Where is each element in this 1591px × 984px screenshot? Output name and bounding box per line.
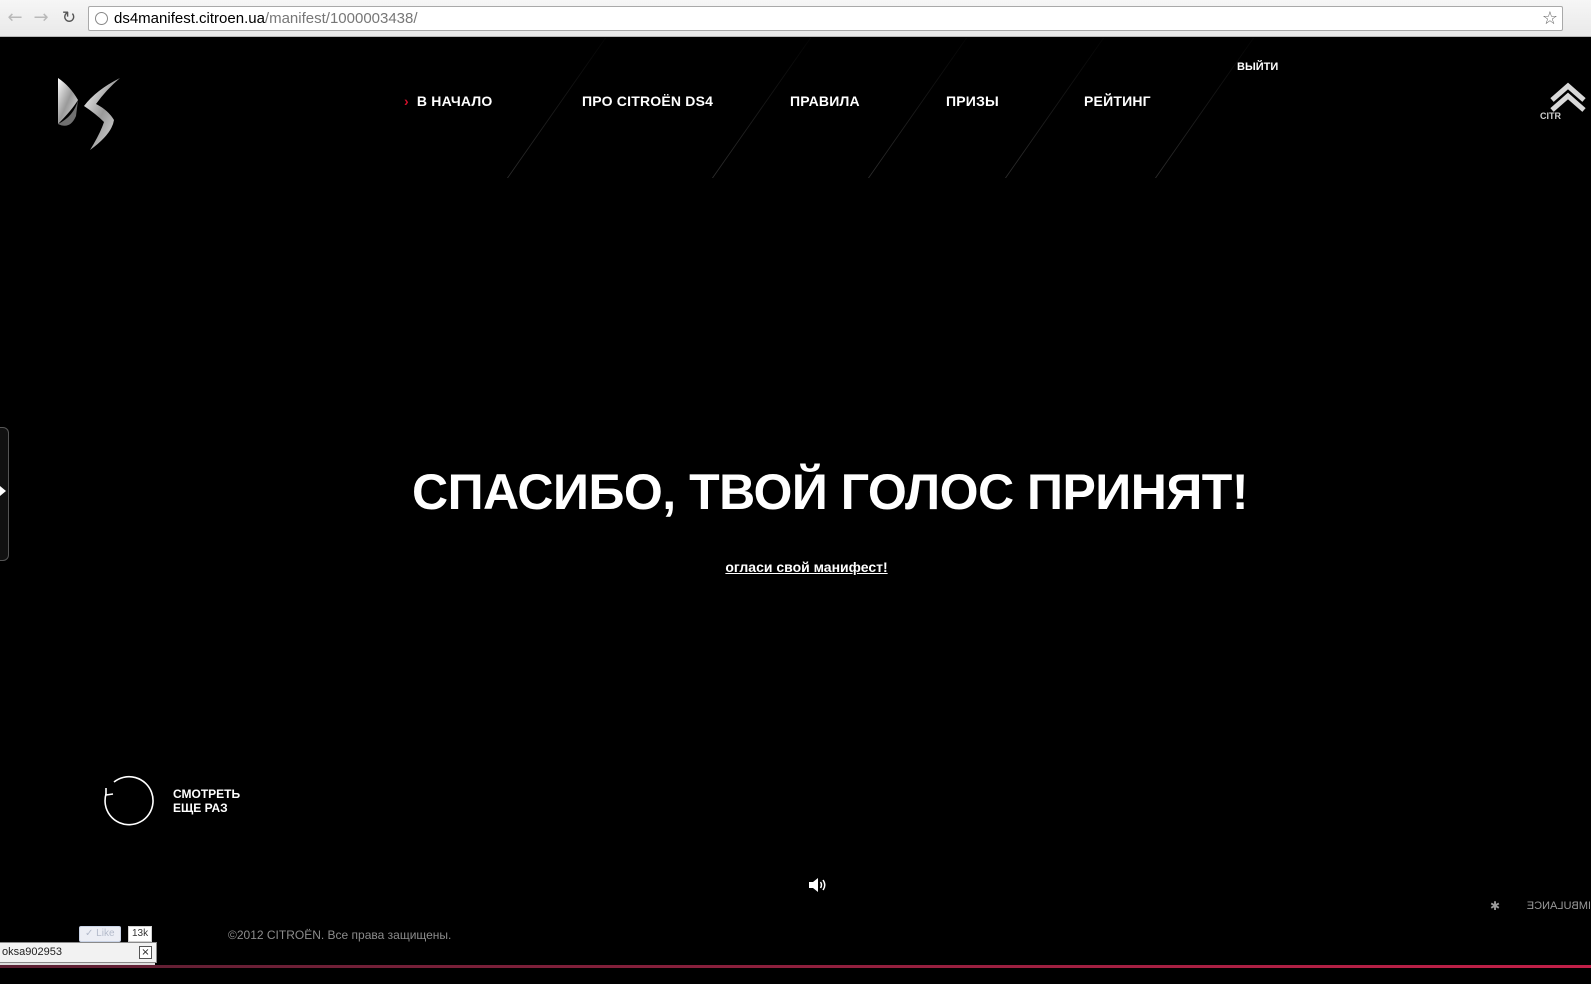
nav-item-label: ПРО CITROËN DS4 [582, 93, 714, 109]
chevron-right-icon: › [404, 93, 409, 109]
url-path: /manifest/1000003438/ [264, 10, 418, 27]
address-bar[interactable]: ds4manifest.citroen.ua/manifest/10000034… [88, 6, 1563, 31]
nav-item-label: ПРИЗЫ [946, 93, 999, 109]
replay-label-line2: ЕЩЕ РАЗ [173, 801, 228, 815]
svg-text:CITR: CITR [1540, 111, 1561, 120]
user-name: oksa902953 [2, 946, 62, 958]
nav-item-label: В НАЧАЛО [416, 93, 493, 109]
nav-item-rules[interactable]: ПРАВИЛА [790, 93, 860, 109]
replay-button[interactable]: СМОТРЕТЬ ЕЩЕ РАЗ [173, 787, 240, 815]
replay-icon[interactable] [100, 772, 156, 828]
close-icon[interactable]: × [139, 946, 152, 959]
agency-credit[interactable]: IMBULANCE [1502, 900, 1591, 912]
like-count: 13k [128, 926, 153, 942]
forward-arrow-icon[interactable]: → [31, 8, 51, 28]
logout-link[interactable]: ВЫЙТИ [1237, 61, 1278, 73]
nav-item-prizes[interactable]: ПРИЗЫ [946, 93, 999, 109]
page-title: СПАСИБО, ТВОЙ ГОЛОС ПРИНЯТ! [412, 464, 1248, 520]
reload-icon[interactable]: ↻ [59, 8, 79, 28]
asterisk-icon: ✱ [1490, 899, 1501, 913]
nav-divider [1155, 38, 1255, 178]
back-arrow-icon[interactable]: ← [5, 8, 25, 28]
citroen-logo[interactable]: CITR [1540, 76, 1591, 120]
copyright-text: ©2012 CITROËN. Все права защищены. [228, 928, 452, 942]
nav-item-about[interactable]: ПРО CITROËN DS4 [582, 93, 713, 109]
replay-label-line1: СМОТРЕТЬ [173, 787, 241, 801]
star-icon[interactable]: ☆ [1542, 8, 1558, 29]
user-panel: oksa902953 × [0, 942, 157, 963]
check-icon: ✓ [85, 928, 94, 939]
url-host: ds4manifest.citroen.ua [114, 10, 265, 27]
bottom-accent-bar [0, 965, 1591, 968]
url-text[interactable]: ds4manifest.citroen.ua/manifest/10000034… [114, 10, 418, 27]
page-icon [95, 12, 108, 25]
browser-toolbar: ← → ↻ ds4manifest.citroen.ua/manifest/10… [0, 0, 1591, 37]
nav-item-label: ПРАВИЛА [790, 93, 860, 109]
nav-item-rating[interactable]: РЕЙТИНГ [1084, 93, 1151, 109]
like-label: Like [96, 928, 115, 939]
nav-item-label: РЕЙТИНГ [1084, 93, 1151, 109]
ds-logo[interactable] [56, 76, 122, 152]
manifest-link[interactable]: огласи свой манифест! [0, 559, 1591, 575]
nav-item-home[interactable]: › В НАЧАЛО [404, 93, 492, 109]
site-page: › В НАЧАЛО ПРО CITROËN DS4 ПРАВИЛА ПРИЗЫ … [0, 38, 1591, 984]
speaker-icon[interactable] [808, 877, 828, 893]
facebook-like-button[interactable]: ✓ Like [79, 926, 121, 942]
